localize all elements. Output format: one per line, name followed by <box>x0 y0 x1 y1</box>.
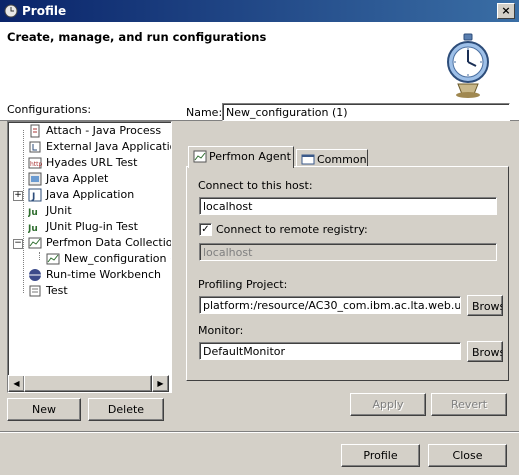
url-test-icon: http <box>28 157 42 169</box>
stopwatch-icon <box>447 33 489 98</box>
tree-item-test[interactable]: Test <box>24 283 171 299</box>
monitor-field[interactable]: DefaultMonitor <box>199 342 461 360</box>
svg-text:Ju: Ju <box>28 208 38 218</box>
perfmon-icon <box>28 237 42 249</box>
attach-process-icon <box>30 124 40 138</box>
remote-registry-checkbox[interactable]: ✓ <box>199 223 212 236</box>
scroll-left-button[interactable]: ◀ <box>8 375 25 392</box>
remote-registry-field[interactable]: localhost <box>199 243 497 261</box>
tab-perfmon-agent[interactable]: Perfmon Agent <box>188 146 294 168</box>
tree-item-external-java-application[interactable]: External Java Application <box>24 139 171 155</box>
tree-item-run-time-workbench[interactable]: Run-time Workbench <box>24 267 171 283</box>
runtime-workbench-icon <box>29 269 41 281</box>
delete-button[interactable]: Delete <box>88 398 164 421</box>
apply-button[interactable]: Apply <box>350 393 426 416</box>
scroll-thumb[interactable] <box>24 375 152 392</box>
header-title: Create, manage, and run configurations <box>7 30 267 44</box>
perfmon-config-icon <box>46 253 60 265</box>
expand-java-application[interactable]: + <box>13 191 23 201</box>
title-bar: Profile × <box>0 0 519 22</box>
tree-item-perfmon-data-collection[interactable]: Perfmon Data Collection A <box>24 235 171 251</box>
arrow-right-icon: ▶ <box>157 379 164 388</box>
checkmark-icon: ✓ <box>201 224 210 235</box>
revert-button[interactable]: Revert <box>431 393 507 416</box>
host-field[interactable]: localhost <box>199 197 497 215</box>
svg-text:http: http <box>30 161 42 168</box>
external-java-app-icon <box>29 141 41 153</box>
junit-plugin-icon: Ju <box>28 224 38 234</box>
configurations-label: Configurations: <box>7 103 92 116</box>
app-icon <box>4 4 18 18</box>
tree-item-new-configuration[interactable]: New_configuration (1 <box>42 251 171 267</box>
tree-item-attach-java-process[interactable]: Attach - Java Process <box>24 123 171 139</box>
tree-item-java-application[interactable]: J Java Application <box>24 187 171 203</box>
close-icon: × <box>501 4 511 17</box>
common-tab-icon <box>301 154 315 165</box>
svg-text:J: J <box>31 192 35 202</box>
junit-icon: Ju <box>28 208 38 218</box>
browse-monitor-button[interactable]: Browse <box>467 341 503 362</box>
scroll-right-button[interactable]: ▶ <box>152 375 169 392</box>
perfmon-agent-icon <box>193 150 207 163</box>
host-label: Connect to this host: <box>198 179 313 192</box>
configurations-tree[interactable]: Attach - Java Process External Java Appl… <box>7 121 172 393</box>
new-button[interactable]: New <box>7 398 81 421</box>
svg-text:Ju: Ju <box>28 224 38 234</box>
window-title: Profile <box>22 4 67 18</box>
close-window-button[interactable]: × <box>497 3 515 19</box>
close-button[interactable]: Close <box>428 444 507 467</box>
monitor-label: Monitor: <box>198 324 244 337</box>
profile-button[interactable]: Profile <box>341 444 420 467</box>
remote-registry-label: Connect to remote registry: <box>216 223 368 236</box>
java-applet-icon <box>28 172 42 186</box>
tree-item-junit[interactable]: Ju JUnit <box>24 203 171 219</box>
profiling-project-label: Profiling Project: <box>198 278 288 291</box>
collapse-perfmon[interactable]: − <box>13 239 23 249</box>
browse-project-button[interactable]: Browse <box>467 295 503 316</box>
footer-separator <box>0 431 519 433</box>
java-application-icon: J <box>28 188 42 202</box>
tree-horizontal-scrollbar[interactable]: ◀ ▶ <box>8 375 169 392</box>
tree-item-junit-plugin-test[interactable]: Ju JUnit Plug-in Test <box>24 219 171 235</box>
tree-item-hyades-url-test[interactable]: http Hyades URL Test <box>24 155 171 171</box>
arrow-left-icon: ◀ <box>13 379 20 388</box>
profiling-project-field[interactable]: platform:/resource/AC30_com.ibm.ac.lta.w… <box>199 296 461 314</box>
name-field[interactable]: New_configuration (1) <box>222 103 510 121</box>
test-icon <box>29 285 41 297</box>
tree-item-java-applet[interactable]: Java Applet <box>24 171 171 187</box>
name-label: Name: <box>186 106 223 119</box>
